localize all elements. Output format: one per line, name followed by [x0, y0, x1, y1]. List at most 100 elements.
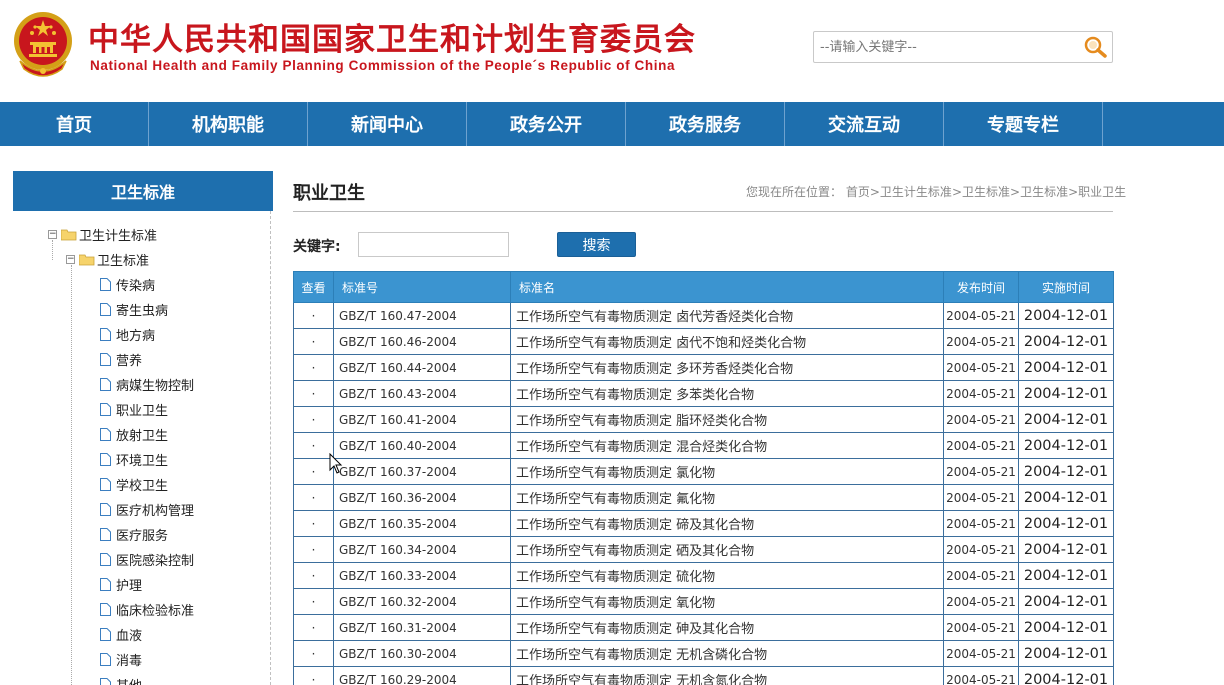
- table-row[interactable]: · GBZ/T 160.47-2004 工作场所空气有毒物质测定 卤代芳香烃类化合物…: [293, 302, 1114, 329]
- table-row[interactable]: · GBZ/T 160.34-2004 工作场所空气有毒物质测定 硒及其化合物 200…: [293, 536, 1114, 563]
- tree-leaf[interactable]: 医疗服务: [100, 522, 168, 547]
- view-cell[interactable]: ·: [293, 614, 334, 641]
- standard-name-link[interactable]: 工作场所空气有毒物质测定 砷及其化合物: [510, 614, 944, 641]
- standard-name-link[interactable]: 工作场所空气有毒物质测定 多苯类化合物: [510, 380, 944, 407]
- tree-leaf-label[interactable]: 学校卫生: [116, 475, 168, 494]
- standard-name-link[interactable]: 工作场所空气有毒物质测定 卤代不饱和烃类化合物: [510, 328, 944, 355]
- tree-leaf-label[interactable]: 医疗机构管理: [116, 500, 194, 519]
- table-row[interactable]: · GBZ/T 160.35-2004 工作场所空气有毒物质测定 碲及其化合物 200…: [293, 510, 1114, 537]
- nav-item-gov-affairs[interactable]: 政务公开: [467, 102, 626, 146]
- standard-name-link[interactable]: 工作场所空气有毒物质测定 氟化物: [510, 484, 944, 511]
- table-row[interactable]: · GBZ/T 160.40-2004 工作场所空气有毒物质测定 混合烃类化合物 20…: [293, 432, 1114, 459]
- tree-leaf[interactable]: 病媒生物控制: [100, 372, 194, 397]
- view-cell[interactable]: ·: [293, 406, 334, 433]
- view-cell[interactable]: ·: [293, 588, 334, 615]
- nav-item-topics[interactable]: 专题专栏: [944, 102, 1103, 146]
- collapse-toggle-icon[interactable]: −: [48, 230, 57, 239]
- table-row[interactable]: · GBZ/T 160.46-2004 工作场所空气有毒物质测定 卤代不饱和烃类化合…: [293, 328, 1114, 355]
- standard-name-link[interactable]: 工作场所空气有毒物质测定 氧化物: [510, 588, 944, 615]
- site-title-en[interactable]: National Health and Family Planning Comm…: [90, 58, 675, 73]
- keyword-input[interactable]: [358, 232, 509, 257]
- breadcrumb-link[interactable]: 卫生计生标准: [880, 185, 952, 199]
- breadcrumb-link[interactable]: 职业卫生: [1078, 185, 1126, 199]
- tree-leaf-label[interactable]: 医院感染控制: [116, 550, 194, 569]
- tree-leaf-label[interactable]: 其他: [116, 675, 142, 685]
- tree-leaf[interactable]: 传染病: [100, 272, 155, 297]
- search-button[interactable]: 搜索: [557, 232, 636, 257]
- view-cell[interactable]: ·: [293, 510, 334, 537]
- tree-leaf-label[interactable]: 护理: [116, 575, 142, 594]
- tree-leaf[interactable]: 消毒: [100, 647, 142, 672]
- tree-leaf[interactable]: 职业卫生: [100, 397, 168, 422]
- tree-leaf[interactable]: 学校卫生: [100, 472, 168, 497]
- tree-leaf[interactable]: 护理: [100, 572, 142, 597]
- tree-leaf-label[interactable]: 环境卫生: [116, 450, 168, 469]
- view-cell[interactable]: ·: [293, 640, 334, 667]
- view-cell[interactable]: ·: [293, 302, 334, 329]
- table-row[interactable]: · GBZ/T 160.44-2004 工作场所空气有毒物质测定 多环芳香烃类化合物…: [293, 354, 1114, 381]
- breadcrumb-link[interactable]: 卫生标准: [1020, 185, 1068, 199]
- standard-name-link[interactable]: 工作场所空气有毒物质测定 无机含氮化合物: [510, 666, 944, 685]
- national-emblem-icon[interactable]: [12, 11, 74, 77]
- breadcrumb-link[interactable]: 首页: [846, 185, 870, 199]
- site-title-cn[interactable]: 中华人民共和国国家卫生和计划生育委员会: [88, 14, 696, 59]
- view-cell[interactable]: ·: [293, 484, 334, 511]
- nav-item-functions[interactable]: 机构职能: [149, 102, 308, 146]
- standard-name-link[interactable]: 工作场所空气有毒物质测定 硫化物: [510, 562, 944, 589]
- tree-leaf[interactable]: 其他: [100, 672, 142, 685]
- collapse-toggle-icon[interactable]: −: [66, 255, 75, 264]
- tree-leaf[interactable]: 地方病: [100, 322, 155, 347]
- table-row[interactable]: · GBZ/T 160.30-2004 工作场所空气有毒物质测定 无机含磷化合物 20…: [293, 640, 1114, 667]
- tree-leaf-label[interactable]: 传染病: [116, 275, 155, 294]
- nav-item-interaction[interactable]: 交流互动: [785, 102, 944, 146]
- table-row[interactable]: · GBZ/T 160.33-2004 工作场所空气有毒物质测定 硫化物 2004-0…: [293, 562, 1114, 589]
- tree-leaf[interactable]: 临床检验标准: [100, 597, 194, 622]
- standard-name-link[interactable]: 工作场所空气有毒物质测定 碲及其化合物: [510, 510, 944, 537]
- table-row[interactable]: · GBZ/T 160.36-2004 工作场所空气有毒物质测定 氟化物 2004-0…: [293, 484, 1114, 511]
- view-cell[interactable]: ·: [293, 432, 334, 459]
- standard-name-link[interactable]: 工作场所空气有毒物质测定 氯化物: [510, 458, 944, 485]
- standard-name-link[interactable]: 工作场所空气有毒物质测定 多环芳香烃类化合物: [510, 354, 944, 381]
- view-cell[interactable]: ·: [293, 380, 334, 407]
- nav-item-gov-services[interactable]: 政务服务: [626, 102, 785, 146]
- tree-leaf-label[interactable]: 消毒: [116, 650, 142, 669]
- tree-leaf[interactable]: 放射卫生: [100, 422, 168, 447]
- standard-name-link[interactable]: 工作场所空气有毒物质测定 混合烃类化合物: [510, 432, 944, 459]
- tree-leaf-label[interactable]: 医疗服务: [116, 525, 168, 544]
- tree-leaf[interactable]: 血液: [100, 622, 142, 647]
- tree-leaf-label[interactable]: 血液: [116, 625, 142, 644]
- table-row[interactable]: · GBZ/T 160.32-2004 工作场所空气有毒物质测定 氧化物 2004-0…: [293, 588, 1114, 615]
- standard-name-link[interactable]: 工作场所空气有毒物质测定 硒及其化合物: [510, 536, 944, 563]
- view-cell[interactable]: ·: [293, 458, 334, 485]
- standard-name-link[interactable]: 工作场所空气有毒物质测定 卤代芳香烃类化合物: [510, 302, 944, 329]
- breadcrumb-link[interactable]: 卫生标准: [962, 185, 1010, 199]
- tree-leaf-label[interactable]: 职业卫生: [116, 400, 168, 419]
- view-cell[interactable]: ·: [293, 354, 334, 381]
- tree-leaf-label[interactable]: 地方病: [116, 325, 155, 344]
- view-cell[interactable]: ·: [293, 562, 334, 589]
- tree-leaf-label[interactable]: 放射卫生: [116, 425, 168, 444]
- tree-node-root[interactable]: − 卫生计生标准: [48, 222, 157, 247]
- tree-leaf-label[interactable]: 营养: [116, 350, 142, 369]
- tree-node-branch[interactable]: − 卫生标准: [66, 247, 149, 272]
- view-cell[interactable]: ·: [293, 328, 334, 355]
- tree-leaf[interactable]: 环境卫生: [100, 447, 168, 472]
- tree-leaf[interactable]: 营养: [100, 347, 142, 372]
- table-row[interactable]: · GBZ/T 160.29-2004 工作场所空气有毒物质测定 无机含氮化合物 20…: [293, 666, 1114, 685]
- standard-name-link[interactable]: 工作场所空气有毒物质测定 脂环烃类化合物: [510, 406, 944, 433]
- tree-leaf[interactable]: 医疗机构管理: [100, 497, 194, 522]
- tree-leaf-label[interactable]: 病媒生物控制: [116, 375, 194, 394]
- tree-leaf[interactable]: 寄生虫病: [100, 297, 168, 322]
- table-row[interactable]: · GBZ/T 160.37-2004 工作场所空气有毒物质测定 氯化物 2004-0…: [293, 458, 1114, 485]
- view-cell[interactable]: ·: [293, 666, 334, 685]
- tree-leaf-label[interactable]: 寄生虫病: [116, 300, 168, 319]
- search-icon[interactable]: [1082, 35, 1108, 59]
- nav-item-home[interactable]: 首页: [0, 102, 149, 146]
- nav-item-news[interactable]: 新闻中心: [308, 102, 467, 146]
- standard-name-link[interactable]: 工作场所空气有毒物质测定 无机含磷化合物: [510, 640, 944, 667]
- tree-label-root[interactable]: 卫生计生标准: [79, 225, 157, 244]
- table-row[interactable]: · GBZ/T 160.41-2004 工作场所空气有毒物质测定 脂环烃类化合物 20…: [293, 406, 1114, 433]
- tree-leaf[interactable]: 医院感染控制: [100, 547, 194, 572]
- tree-leaf-label[interactable]: 临床检验标准: [116, 600, 194, 619]
- view-cell[interactable]: ·: [293, 536, 334, 563]
